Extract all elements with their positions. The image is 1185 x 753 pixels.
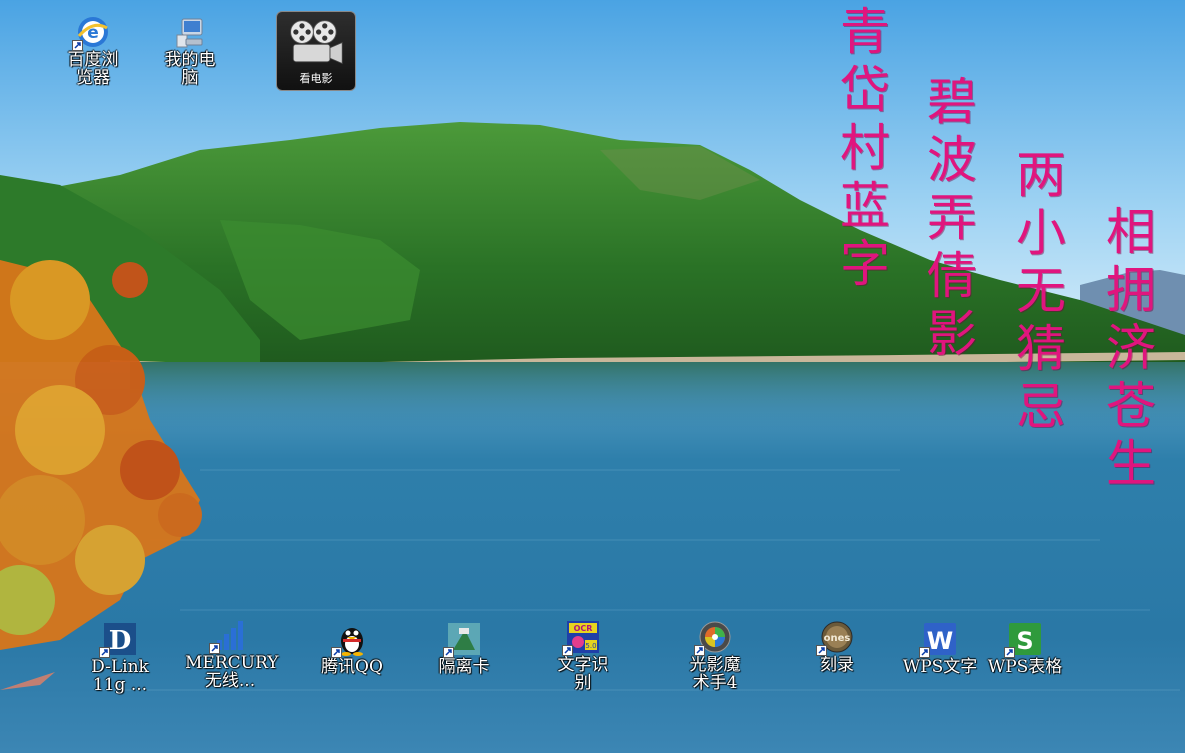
desktop-icon-baidu-browser[interactable]: e 百度浏 览器 (48, 15, 138, 87)
poem-column-2: 碧波弄倩影 (917, 75, 977, 365)
shortcut-arrow-icon (562, 645, 573, 656)
shortcut-arrow-icon (443, 647, 454, 658)
svg-text:5.0: 5.0 (585, 642, 596, 650)
svg-text:S: S (1016, 627, 1033, 655)
icon-label-line: 百度浏 (67, 50, 119, 70)
icon-label-line: 我的电 (164, 50, 216, 70)
icon-label-line: 术手4 (692, 673, 738, 693)
icon-label-line: WPS表格 (987, 657, 1063, 677)
poem-text: 相拥济苍生 (1098, 205, 1156, 495)
shortcut-arrow-icon (816, 645, 827, 656)
icon-label-line: 光影魔 (689, 655, 741, 675)
desktop-icon-mercury-wireless[interactable]: MERCURY 无线... (185, 618, 279, 691)
icon-label-line: 无线... (204, 671, 256, 691)
icon-label-line: 刻录 (820, 655, 854, 675)
desktop-icon-dlink[interactable]: D D-Link 11g ... (75, 622, 165, 694)
icon-label-line: 别 (574, 673, 592, 693)
icon-label-line: 11g ... (92, 675, 148, 695)
svg-text:W: W (927, 627, 953, 655)
icon-label-line: 腾讯QQ (321, 657, 383, 677)
shortcut-arrow-icon (209, 643, 220, 654)
shortcut-arrow-icon (331, 647, 342, 658)
film-reel-icon (290, 20, 343, 65)
poem-text: 碧波弄倩影 (919, 75, 977, 365)
shortcut-arrow-icon (99, 647, 110, 658)
computer-icon (176, 18, 203, 48)
desktop-icon-ocr[interactable]: OCR 5.0 文字识别 (538, 620, 628, 692)
desktop-icon-qq[interactable]: 腾讯QQ (307, 622, 397, 676)
svg-text:OCR: OCR (574, 624, 593, 633)
poem-column-4: 相拥济苍生 (1096, 205, 1156, 495)
shortcut-arrow-icon (919, 647, 930, 658)
shortcut-arrow-icon (694, 645, 705, 656)
desktop-icon-my-computer[interactable]: 我的电脑 (145, 15, 235, 87)
poem-text: 两小无猜忌 (1008, 148, 1066, 438)
icon-label-line: D-Link (91, 657, 149, 677)
desktop[interactable]: e 百度浏 览器 我的电脑 看电影 青岱村蓝字 碧波弄倩影 两小无猜忌 相拥济苍… (0, 0, 1185, 753)
poem-column-1: 青岱村蓝字 (830, 5, 890, 295)
desktop-icon-wps-spreadsheet[interactable]: S WPS表格 (980, 622, 1070, 676)
svg-text:D: D (109, 626, 132, 656)
desktop-icon-burn[interactable]: ones 刻录 (792, 620, 882, 674)
shortcut-arrow-icon (72, 40, 83, 51)
icon-label-line: 览器 (76, 68, 110, 88)
desktop-icon-watch-movie[interactable]: 看电影 (276, 11, 356, 91)
desktop-icon-photo-magic[interactable]: 光影魔 术手4 (670, 620, 760, 692)
icon-label-line: 文字识 (557, 655, 609, 675)
icon-label-line: 隔离卡 (438, 657, 490, 677)
poem-text: 青岱村蓝字 (832, 5, 890, 295)
icon-label-line: WPS文字 (902, 657, 978, 677)
poem-column-3: 两小无猜忌 (1006, 148, 1066, 438)
icon-label-line: MERCURY (185, 653, 279, 673)
icon-label: 看电影 (299, 72, 333, 85)
shortcut-arrow-icon (1004, 647, 1015, 658)
icon-label-line: 脑 (181, 68, 199, 88)
desktop-icon-isolation-card[interactable]: 隔离卡 (419, 622, 509, 676)
desktop-icon-wps-writer[interactable]: W WPS文字 (895, 622, 985, 676)
svg-text:ones: ones (824, 633, 851, 644)
